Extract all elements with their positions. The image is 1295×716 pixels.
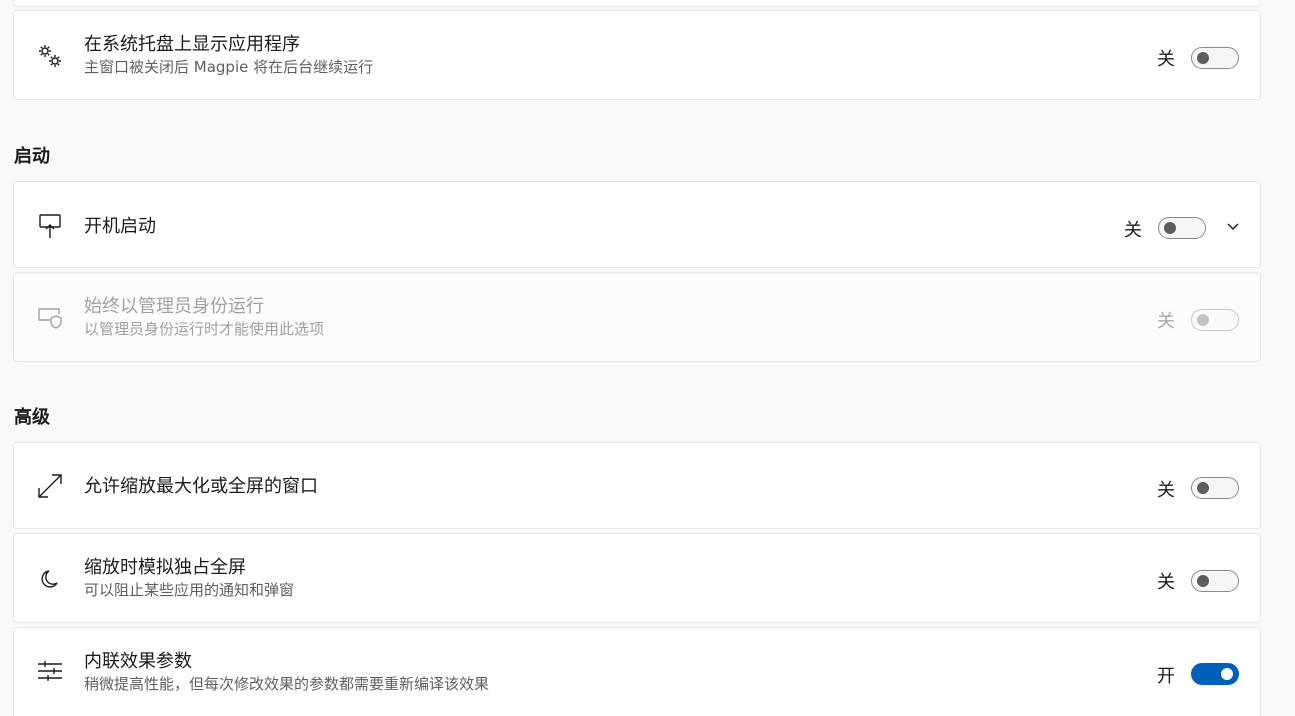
setting-texts: 缩放时模拟独占全屏 可以阻止某些应用的通知和弹窗 [84,556,294,600]
setting-texts: 内联效果参数 稍微提高性能，但每次修改效果的参数都需要重新编译该效果 [84,650,489,694]
setting-title: 始终以管理员身份运行 [84,296,264,317]
setting-texts: 开机启动 [84,215,156,239]
setting-texts: 允许缩放最大化或全屏的窗口 [84,475,318,499]
section-title-advanced: 高级 [14,407,50,428]
exclusive-toggle-switch[interactable] [1191,570,1239,592]
setting-card-admin: 始终以管理员身份运行 以管理员身份运行时才能使用此选项 关 [13,272,1261,362]
previous-card-edge [13,0,1261,7]
toggle-state-label: 关 [1157,49,1175,70]
setting-description: 以管理员身份运行时才能使用此选项 [84,320,325,338]
setting-title: 内联效果参数 [84,651,192,672]
section-title-startup: 启动 [14,146,50,167]
moon-icon [36,565,64,593]
toggle-state-label: 关 [1157,311,1175,332]
toggle-state-label: 关 [1157,572,1175,593]
toggle-knob [1197,575,1209,587]
toggle-state-label: 关 [1124,220,1142,241]
startup-icon [36,212,64,240]
setting-card-autostart[interactable]: 开机启动 关 [13,181,1261,268]
setting-title: 在系统托盘上显示应用程序 [84,34,300,55]
chevron-down-icon[interactable] [1225,218,1241,234]
toggle-knob [1197,314,1209,326]
inline-toggle-switch[interactable] [1191,663,1239,685]
setting-card-maximized: 允许缩放最大化或全屏的窗口 关 [13,442,1261,529]
admin-toggle-switch [1191,309,1239,331]
setting-title: 缩放时模拟独占全屏 [84,557,246,578]
toggle-knob [1197,482,1209,494]
setting-title: 开机启动 [84,216,156,237]
settings-page: 在系统托盘上显示应用程序 主窗口被关闭后 Magpie 将在后台继续运行 关 启… [0,0,1295,716]
setting-card-inline: 内联效果参数 稍微提高性能，但每次修改效果的参数都需要重新编译该效果 开 [13,627,1261,716]
gears-icon [36,42,64,70]
resize-arrows-icon [36,472,64,500]
setting-description: 稍微提高性能，但每次修改效果的参数都需要重新编译该效果 [84,675,490,693]
toggle-state-label: 关 [1157,480,1175,501]
setting-description: 可以阻止某些应用的通知和弹窗 [84,581,295,599]
toggle-knob [1221,668,1233,680]
setting-card-exclusive: 缩放时模拟独占全屏 可以阻止某些应用的通知和弹窗 关 [13,533,1261,623]
toggle-state-label: 开 [1157,666,1175,687]
setting-card-tray: 在系统托盘上显示应用程序 主窗口被关闭后 Magpie 将在后台继续运行 关 [13,10,1261,100]
setting-title: 允许缩放最大化或全屏的窗口 [84,476,318,497]
tray-toggle-switch[interactable] [1191,47,1239,69]
shield-window-icon [36,304,64,332]
sliders-icon [36,657,64,685]
setting-texts: 在系统托盘上显示应用程序 主窗口被关闭后 Magpie 将在后台继续运行 [84,33,373,77]
toggle-knob [1164,222,1176,234]
maximized-toggle-switch[interactable] [1191,477,1239,499]
autostart-toggle-switch[interactable] [1158,217,1206,239]
toggle-knob [1197,52,1209,64]
setting-description: 主窗口被关闭后 Magpie 将在后台继续运行 [84,58,374,76]
setting-texts: 始终以管理员身份运行 以管理员身份运行时才能使用此选项 [84,295,324,339]
